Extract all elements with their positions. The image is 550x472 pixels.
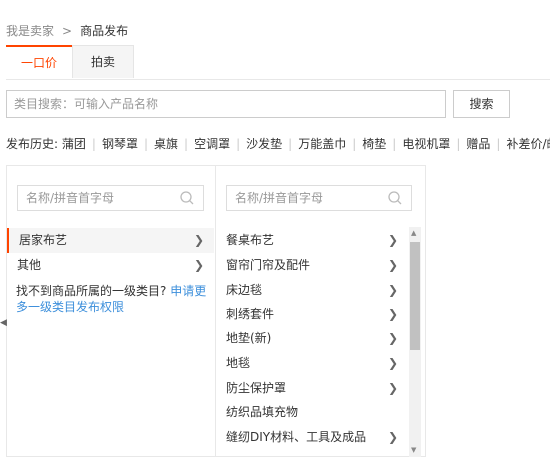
column-divider [215,166,216,456]
level2-item[interactable]: 缝纫DIY材料、工具及成品 ❯ [217,425,408,450]
level2-item[interactable]: 床边毯 ❯ [217,278,408,303]
level2-item-label: 地毯 [226,356,251,370]
chevron-right-icon: ❯ [193,233,204,247]
level2-item[interactable]: 窗帘门帘及配件 ❯ [217,253,408,278]
search-icon [180,191,194,205]
level2-filter-input[interactable]: 名称/拼音首字母 [226,185,412,211]
history-item[interactable]: 万能盖巾 [298,137,346,151]
history-item[interactable]: 钢琴罩 [102,137,138,151]
sale-type-tabs: 一口价 拍卖 [6,45,550,80]
history-item[interactable]: 桌旗 [154,137,178,151]
history-item[interactable]: 空调罩 [194,137,230,151]
level2-filter-placeholder: 名称/拼音首字母 [235,191,324,205]
chevron-right-icon: ❯ [387,307,398,321]
level2-item-label: 纺织品填充物 [226,405,299,419]
breadcrumb-current: 商品发布 [80,24,129,38]
history-label: 发布历史: [6,137,59,151]
level1-item-label: 居家布艺 [19,233,68,247]
chevron-right-icon: ❯ [387,233,398,247]
divider: | [456,137,461,151]
level2-item-label: 地垫(新) [226,331,272,345]
search-button[interactable]: 搜索 [453,90,510,118]
scroll-up-icon[interactable]: ▲ [411,229,416,237]
level1-filter-placeholder: 名称/拼音首字母 [26,191,115,205]
level1-item-other[interactable]: 其他 ❯ [7,253,214,278]
chevron-right-icon: ❯ [387,356,398,370]
level2-item-label: 防尘保护罩 [226,381,287,395]
tab-auction[interactable]: 拍卖 [72,45,134,78]
divider: | [288,137,293,151]
divider: | [392,137,397,151]
divider: | [184,137,189,151]
divider: | [236,137,241,151]
level2-item-label: 床边毯 [226,283,263,297]
level2-item[interactable]: 纺织品填充物 [217,400,408,425]
level2-item[interactable]: 地毯 ❯ [217,351,408,376]
collapse-handle-icon[interactable]: ◀ [0,318,7,328]
level1-item-label: 其他 [17,258,42,272]
chevron-right-icon: ❯ [387,331,398,345]
level2-item[interactable]: 防尘保护罩 ❯ [217,376,408,401]
level1-filter-input[interactable]: 名称/拼音首字母 [17,185,204,211]
divider: | [91,137,96,151]
level2-item[interactable]: 刺绣套件 ❯ [217,302,408,327]
history-item[interactable]: 椅垫 [362,137,386,151]
scrollbar-thumb[interactable] [410,242,420,350]
divider: | [352,137,357,151]
level2-item-label: 餐桌布艺 [226,233,275,247]
chevron-right-icon: > [62,24,73,38]
breadcrumb: 我是卖家 > 商品发布 [6,22,128,39]
divider: | [143,137,148,151]
chevron-right-icon: ❯ [387,258,398,272]
breadcrumb-seller-center[interactable]: 我是卖家 [6,24,54,38]
history-item[interactable]: 赠品 [466,137,490,151]
level2-item[interactable]: 地垫(新) ❯ [217,326,408,351]
category-help: 找不到商品所属的一级类目? 申请更多一级类目发布权限 [16,283,212,315]
category-search-input[interactable]: 类目搜索：可输入产品名称 [6,90,446,118]
level2-item[interactable]: 餐桌布艺 ❯ [217,228,408,253]
history-item[interactable]: 沙发垫 [246,137,282,151]
level2-item-label: 缝纫DIY材料、工具及成品 [226,430,367,444]
history-item[interactable]: 蒲团 [62,137,86,151]
chevron-right-icon: ❯ [387,381,398,395]
level2-item-label: 刺绣套件 [226,307,275,321]
history-item[interactable]: 电视机罩 [402,137,450,151]
publish-history: 发布历史: 蒲团 | 钢琴罩 | 桌旗 | 空调罩 | 沙发垫 | 万能盖巾 | 椅垫 | 电视机罩 | 赠品 |… [6,135,550,152]
history-item[interactable]: 补差价/邮费 [506,137,550,151]
chevron-right-icon: ❯ [387,283,398,297]
search-icon [388,191,402,205]
level1-item-home-textile[interactable]: 居家布艺 ❯ [7,228,214,253]
tab-fixed-price[interactable]: 一口价 [6,45,72,79]
help-text: 找不到商品所属的一级类目? [16,284,167,298]
divider: | [496,137,501,151]
chevron-right-icon: ❯ [193,258,204,272]
scroll-down-icon[interactable]: ▼ [411,446,416,454]
chevron-right-icon: ❯ [387,430,398,444]
level2-item-label: 窗帘门帘及配件 [226,258,311,272]
